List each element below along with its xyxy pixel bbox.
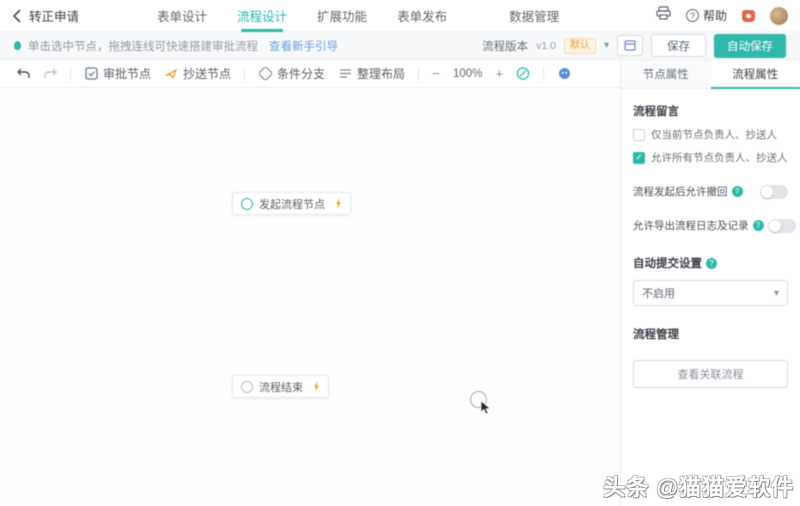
top-nav: 转正申请 表单设计 流程设计 扩展功能 表单发布 数据管理 ? 帮助 [0, 0, 800, 32]
help-label: 帮助 [703, 7, 727, 24]
info-icon: ? [706, 258, 717, 269]
action-bar: 单击选中节点，拖拽连线可快速搭建审批流程 查看新手引导 流程版本 v1.0 默认… [0, 32, 800, 60]
tab-extensions[interactable]: 扩展功能 [317, 0, 367, 32]
auto-layout-button[interactable]: 整理布局 [338, 65, 405, 82]
checkbox-unchecked[interactable] [633, 129, 645, 141]
help-button[interactable]: ? 帮助 [686, 7, 727, 24]
toolbar-divider [244, 67, 245, 81]
approve-node-label: 审批节点 [103, 65, 151, 82]
start-node[interactable]: 发起流程节点 [232, 192, 351, 215]
undo-icon[interactable] [16, 67, 30, 81]
action-bar-right: 流程版本 v1.0 默认 ▾ 保存 自动保存 [482, 34, 786, 58]
add-condition-branch-button[interactable]: 条件分支 [258, 65, 325, 82]
flow-canvas[interactable]: 发起流程节点 流程结束 [0, 88, 620, 506]
tab-flow-design[interactable]: 流程设计 [237, 0, 287, 32]
comment-option-row[interactable]: ✓ 允许所有节点负责人、抄送人 [633, 150, 788, 165]
cursor-arrow-icon [480, 401, 491, 415]
condition-branch-icon [258, 67, 272, 81]
page-title: 转正申请 [29, 6, 79, 25]
printer-icon[interactable] [656, 6, 671, 25]
export-log-setting-row: 允许导出流程日志及记录 ? [633, 218, 788, 233]
comment-option-row[interactable]: 仅当前节点负责人、抄送人 [633, 127, 788, 142]
assistant-icon[interactable] [557, 67, 571, 81]
withdraw-toggle[interactable] [760, 185, 788, 199]
add-approve-node-button[interactable]: 审批节点 [84, 65, 151, 82]
version-tag: 默认 [564, 38, 596, 54]
manage-section-title: 流程管理 [633, 326, 788, 342]
tab-node-properties[interactable]: 节点属性 [621, 60, 711, 88]
start-node-icon [241, 198, 253, 210]
nav-tabs: 表单设计 流程设计 扩展功能 表单发布 数据管理 [157, 0, 559, 32]
zoom-out-button[interactable]: − [432, 67, 440, 80]
flow-designer-app: 转正申请 表单设计 流程设计 扩展功能 表单发布 数据管理 ? 帮助 单击选中节… [0, 0, 800, 506]
add-cc-node-button[interactable]: 抄送节点 [164, 65, 231, 82]
cc-node-icon [164, 67, 178, 81]
hint-guide-link[interactable]: 查看新手引导 [269, 38, 338, 54]
auto-submit-select[interactable]: 不启用 ▾ [633, 280, 788, 306]
fit-view-icon[interactable] [516, 67, 530, 81]
comment-section-title: 流程留言 [633, 103, 788, 119]
warning-lightning-icon [335, 198, 342, 209]
hint-message: 单击选中节点，拖拽连线可快速搭建审批流程 查看新手引导 [14, 38, 338, 54]
zoom-in-button[interactable]: + [496, 67, 504, 80]
auto-submit-section: 自动提交设置 ? [633, 255, 788, 271]
tab-form-publish[interactable]: 表单发布 [397, 0, 447, 32]
canvas-toolbar: 审批节点 抄送节点 条件分支 [0, 60, 620, 88]
properties-panel: 节点属性 流程属性 流程留言 仅当前节点负责人、抄送人 ✓ 允许所有节点负责人、… [620, 60, 800, 506]
layout-icon [338, 67, 352, 81]
end-node-label: 流程结束 [259, 379, 303, 395]
help-question-icon: ? [686, 9, 699, 22]
back-chevron-icon [12, 9, 21, 23]
toolbar-divider [418, 67, 419, 81]
avatar[interactable] [770, 7, 788, 25]
zoom-level: 100% [453, 68, 483, 80]
select-chevron-down-icon: ▾ [774, 288, 779, 299]
panel-body: 流程留言 仅当前节点负责人、抄送人 ✓ 允许所有节点负责人、抄送人 流程发起后允… [621, 89, 800, 398]
tab-form-design[interactable]: 表单设计 [157, 0, 207, 32]
mouse-cursor [470, 391, 496, 417]
version-value: v1.0 [536, 40, 556, 52]
back-button[interactable]: 转正申请 [12, 6, 79, 25]
workspace: 审批节点 抄送节点 条件分支 [0, 60, 800, 506]
auto-submit-value: 不启用 [642, 285, 675, 301]
notification-icon[interactable] [742, 10, 755, 22]
tab-data-manage[interactable]: 数据管理 [509, 0, 559, 32]
related-flow-button[interactable]: 查看关联流程 [633, 360, 788, 388]
export-log-toggle[interactable] [768, 219, 796, 233]
version-chevron-down-icon[interactable]: ▾ [604, 40, 609, 51]
info-icon: ? [753, 220, 764, 231]
start-node-label: 发起流程节点 [259, 196, 325, 212]
auto-layout-label: 整理布局 [357, 65, 405, 82]
autosave-button[interactable]: 自动保存 [714, 34, 786, 58]
watermark: 头条 @猫猫爱软件 [603, 470, 794, 502]
save-button[interactable]: 保存 [651, 34, 706, 57]
cc-node-label: 抄送节点 [183, 65, 231, 82]
comment-option-label: 仅当前节点负责人、抄送人 [651, 127, 777, 142]
version-label: 流程版本 [482, 38, 528, 54]
toolbar-divider [543, 67, 544, 81]
auto-submit-title: 自动提交设置 [633, 255, 702, 271]
withdraw-setting-row: 流程发起后允许撤回 ? [633, 184, 788, 199]
comment-option-label: 允许所有节点负责人、抄送人 [651, 150, 788, 165]
tab-flow-properties[interactable]: 流程属性 [711, 60, 800, 88]
hint-drop-icon [14, 41, 21, 50]
warning-lightning-icon [313, 381, 320, 392]
panel-tabs: 节点属性 流程属性 [621, 60, 800, 89]
end-node[interactable]: 流程结束 [232, 375, 329, 398]
end-node-icon [241, 381, 253, 393]
info-icon: ? [732, 186, 743, 197]
history-button[interactable] [617, 35, 643, 56]
export-log-label: 允许导出流程日志及记录 [633, 218, 749, 233]
checkbox-checked[interactable]: ✓ [633, 152, 645, 164]
approve-node-icon [84, 67, 98, 81]
toolbar-divider [70, 67, 71, 81]
canvas-column: 审批节点 抄送节点 条件分支 [0, 60, 620, 506]
hint-text: 单击选中节点，拖拽连线可快速搭建审批流程 [28, 38, 258, 54]
redo-icon[interactable] [43, 67, 57, 81]
withdraw-setting-label: 流程发起后允许撤回 [633, 184, 728, 199]
condition-branch-label: 条件分支 [277, 65, 325, 82]
nav-right-cluster: ? 帮助 [656, 6, 788, 25]
